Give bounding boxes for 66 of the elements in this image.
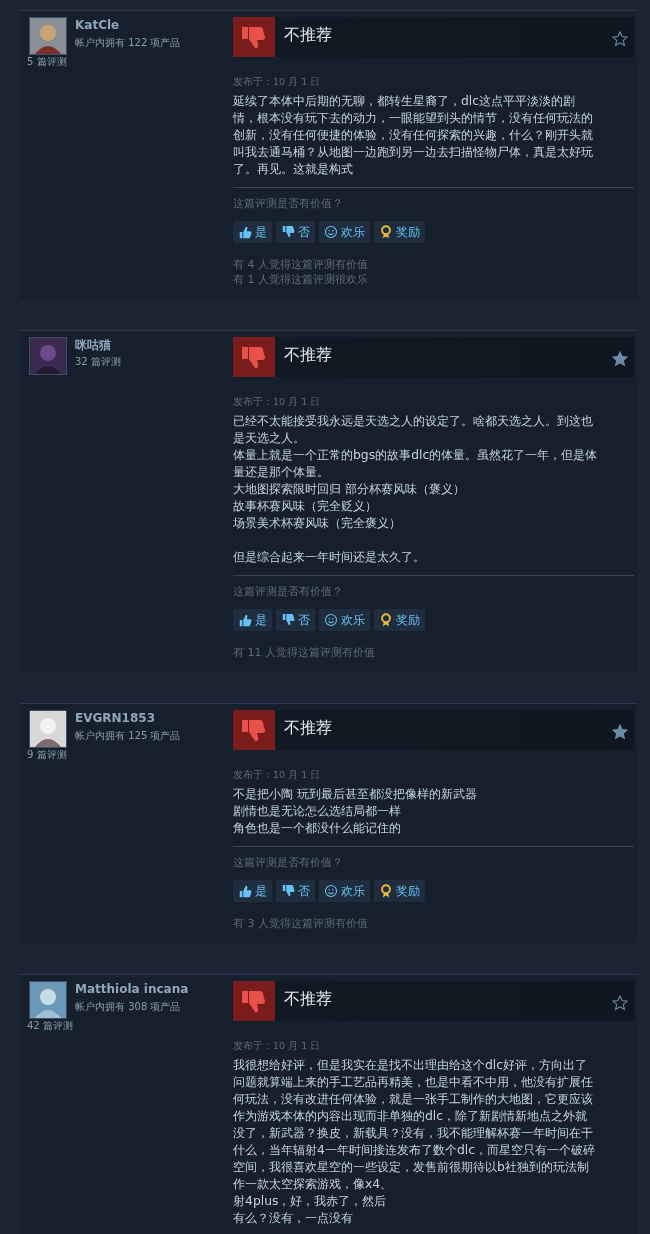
funny-button[interactable]: 欢乐 (319, 221, 370, 243)
star-icon[interactable] (612, 724, 628, 740)
author-name[interactable]: EVGRN1853 (75, 710, 181, 726)
star-icon[interactable] (612, 351, 628, 367)
no-button[interactable]: 否 (276, 609, 315, 631)
award-button[interactable]: 奖励 (374, 880, 425, 902)
helpful-count: 有 3 人觉得这篇评测有价值 (233, 916, 369, 931)
verdict-label: 不推荐 (284, 25, 333, 46)
award-icon (379, 613, 393, 627)
review-text: 延续了本体中后期的无聊，都转生星裔了，dlc这点平平淡淡的剧 情，根本没有玩下去的动力，一眼能望到头的情节，没有任何玩法的 创新，没有任何便捷的体验，没有任何探索的兴趣，什么？刚开头就 叫我去通马桶？从地图一边跑到另一边去扫描怪物尸体，真是太好玩 了。再见。这就是构式 (233, 92, 594, 177)
thumbs-down-icon (233, 17, 275, 57)
product-count: 帐户内拥有 125 项产品 (75, 729, 181, 743)
posted-date: 发布于：10 月 1 日 (233, 769, 322, 781)
product-count: 帐户内拥有 308 项产品 (75, 1000, 182, 1014)
review-text: 已经不太能接受我永远是天选之人的设定了。啥都天选之人。到这也 是天选之人。 体量上就是一个正常的bgs的故事dlc的体量。虽然花了一年，但是体 量还是那个体量。 大地图探索限时回归 部分杯赛风味（褒义） 故事杯赛风味（完全贬义） 场景美术杯赛风味（完全褒义） 但是综合起来一年时间还是太久了。 (233, 412, 599, 565)
avatar (29, 337, 67, 375)
review-text: 我很想给好评，但是我实在是找不出理由给这个dlc好评，方向出了 问题就算端上来的手工艺品再精美，也是中看不中用，他没有扩展任 何玩法，没有改进任何体验，就是一张手工制作的大地图，它更应该 作为游戏本体的内容出现而非单独的dlc，除了新剧情新地点之外就 没了，新武器？换皮，新载具？没有，我不能理解杯赛一年时间在干 什么，当年辐射4一年时间接连发布了数个dlc，而星空只有一个破碎 空间，我很喜欢星空的一些设定，发售前很期待以b社独到的玩法制 作一款太空探索游戏，像x4、 射4plus，好，我赤了，然后 有么？没有，一点没有 (233, 1056, 596, 1226)
avatar (29, 981, 67, 1019)
star-icon[interactable] (612, 31, 628, 47)
thumbs-down-icon (233, 981, 275, 1021)
yes-button[interactable]: 是 (233, 880, 272, 902)
helpful-count: 有 11 人觉得这篇评测有价值 (233, 645, 376, 660)
helpful-count: 有 1 人觉得这篇评测很欢乐 (233, 272, 369, 287)
verdict-label: 不推荐 (284, 718, 333, 739)
yes-button[interactable]: 是 (233, 221, 272, 243)
no-button[interactable]: 否 (276, 880, 315, 902)
thumbs-down-icon (281, 225, 295, 239)
award-button[interactable]: 奖励 (374, 609, 425, 631)
award-icon (379, 225, 393, 239)
review-text: 不是把小陶 玩到最后甚至都没把像样的新武器 剧情也是无论怎么选结局都一样 角色也是一个都没什么能记住的 (233, 785, 478, 836)
author-name[interactable]: Matthiola incana (75, 981, 189, 997)
author-name[interactable]: KatCle (75, 17, 181, 33)
review-count: 32 篇评测 (75, 355, 121, 369)
thumbs-up-icon (238, 613, 252, 627)
avatar (29, 710, 67, 748)
star-icon[interactable] (612, 995, 628, 1011)
smiley-icon (324, 225, 338, 239)
helpful-question: 这篇评测是否有价值？ (233, 197, 344, 211)
verdict-label: 不推荐 (284, 345, 333, 366)
thumbs-down-icon (281, 884, 295, 898)
helpful-question: 这篇评测是否有价值？ (233, 856, 344, 870)
review-count: 9 篇评测 (27, 748, 68, 762)
posted-date: 发布于：10 月 1 日 (233, 76, 322, 88)
author-name[interactable]: 咪咕猫 (75, 337, 121, 353)
helpful-count: 有 4 人觉得这篇评测有价值 (233, 257, 369, 272)
thumbs-down-icon (233, 710, 275, 750)
no-button[interactable]: 否 (276, 221, 315, 243)
funny-button[interactable]: 欢乐 (319, 880, 370, 902)
award-icon (379, 884, 393, 898)
helpful-question: 这篇评测是否有价值？ (233, 585, 344, 599)
yes-button[interactable]: 是 (233, 609, 272, 631)
review-count: 5 篇评测 (27, 55, 68, 69)
thumbs-down-icon (281, 613, 295, 627)
smiley-icon (324, 613, 338, 627)
smiley-icon (324, 884, 338, 898)
posted-date: 发布于：10 月 1 日 (233, 1040, 322, 1052)
thumbs-up-icon (238, 225, 252, 239)
verdict-label: 不推荐 (284, 989, 333, 1010)
thumbs-up-icon (238, 884, 252, 898)
avatar (29, 17, 67, 55)
award-button[interactable]: 奖励 (374, 221, 425, 243)
product-count: 帐户内拥有 122 项产品 (75, 36, 181, 50)
review-count: 42 篇评测 (27, 1019, 74, 1033)
funny-button[interactable]: 欢乐 (319, 609, 370, 631)
thumbs-down-icon (233, 337, 275, 377)
posted-date: 发布于：10 月 1 日 (233, 396, 322, 408)
